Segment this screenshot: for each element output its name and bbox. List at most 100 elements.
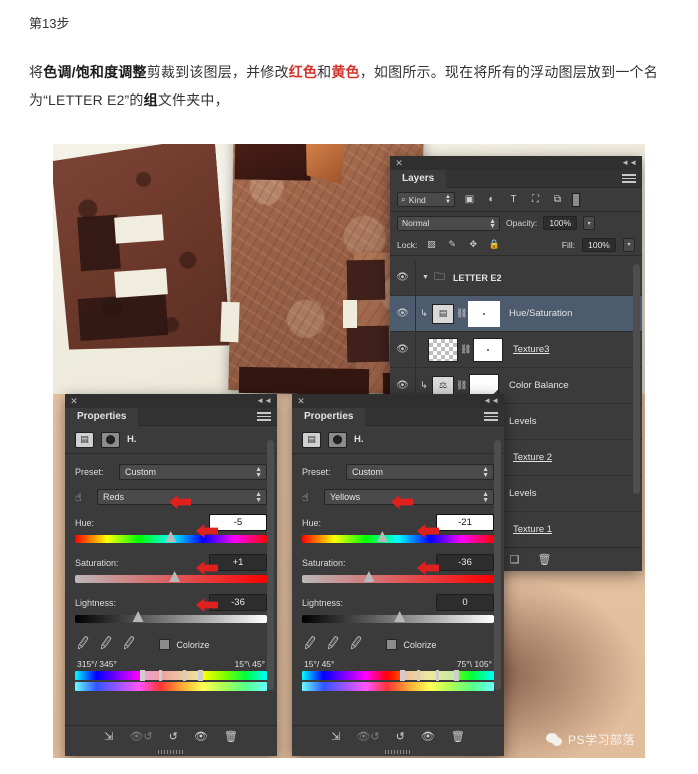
layer-mask-thumbnail[interactable] bbox=[468, 300, 500, 327]
close-icon[interactable]: ✕ bbox=[70, 397, 78, 406]
range-handle-inner-left[interactable] bbox=[159, 670, 163, 681]
tab-properties[interactable]: Properties bbox=[292, 408, 366, 426]
filter-toggle-icon[interactable] bbox=[572, 192, 580, 207]
fill-dropdown-icon[interactable]: ▾ bbox=[623, 237, 635, 252]
layer-name[interactable]: Hue/Saturation bbox=[509, 308, 572, 319]
toggle-visibility-icon[interactable]: 👁 bbox=[194, 730, 208, 743]
blend-mode-select[interactable]: Normal ▲ ▼ bbox=[397, 215, 500, 231]
on-image-adjust-icon[interactable]: ☝ bbox=[302, 491, 324, 504]
layer-visibility-icon[interactable]: 👁 bbox=[390, 295, 416, 332]
layer-name[interactable]: Texture 1 bbox=[513, 524, 552, 535]
mask-type-icon[interactable]: ⬤ bbox=[328, 431, 347, 448]
saturation-slider-knob[interactable] bbox=[169, 571, 181, 582]
adjustment-type-icon[interactable]: ▤ bbox=[75, 431, 94, 448]
properties-panel-reds[interactable]: ✕ ◄◄ Properties ▤ ⬤ H. Preset: Custom ▲ ▼ bbox=[65, 394, 277, 756]
color-range-spectrum[interactable] bbox=[75, 670, 267, 681]
colorize-checkbox-group[interactable]: Colorize bbox=[159, 639, 209, 650]
color-range-spectrum[interactable] bbox=[302, 670, 494, 681]
smart-object-filter-icon[interactable]: ⧉ bbox=[550, 192, 565, 207]
link-mask-icon[interactable]: ⛓ bbox=[456, 380, 467, 391]
adjustment-type-icon[interactable]: ▤ bbox=[302, 431, 321, 448]
saturation-slider[interactable] bbox=[75, 571, 267, 583]
table-row[interactable]: 👁 ↳ ▤ ⛓ Hue/Saturation bbox=[390, 295, 642, 332]
layer-name[interactable]: LETTER E2 bbox=[453, 273, 502, 283]
layer-mask-thumbnail[interactable] bbox=[473, 337, 503, 362]
delete-icon[interactable]: 🗑 bbox=[451, 730, 465, 743]
layer-name[interactable]: Texture3 bbox=[513, 344, 549, 355]
collapse-icon[interactable]: ◄◄ bbox=[621, 159, 637, 167]
view-previous-state-icon[interactable]: 👁↺ bbox=[356, 730, 379, 743]
range-handle-inner-right[interactable] bbox=[182, 670, 186, 681]
resize-grip[interactable] bbox=[158, 750, 184, 754]
range-handle-inner-left[interactable] bbox=[417, 670, 421, 681]
view-previous-state-icon[interactable]: 👁↺ bbox=[129, 730, 152, 743]
panel-menu-icon[interactable] bbox=[622, 174, 636, 184]
layer-thumbnail[interactable] bbox=[428, 337, 458, 362]
preset-select[interactable]: Custom ▲ ▼ bbox=[119, 464, 267, 480]
eyedropper-icon[interactable]: 🖉 bbox=[75, 633, 91, 656]
preset-select[interactable]: Custom ▲ ▼ bbox=[346, 464, 494, 480]
tab-layers[interactable]: Layers bbox=[390, 170, 447, 188]
clip-to-layer-icon[interactable]: ⇲ bbox=[104, 730, 113, 743]
lightness-slider-knob[interactable] bbox=[394, 611, 406, 622]
layer-name[interactable]: Levels bbox=[509, 488, 536, 499]
panel-menu-icon[interactable] bbox=[257, 412, 271, 422]
color-range-band[interactable] bbox=[144, 671, 198, 680]
fill-value[interactable]: 100% bbox=[582, 237, 616, 252]
lightness-slider-knob[interactable] bbox=[132, 611, 144, 622]
range-handle-outer-left[interactable] bbox=[399, 670, 405, 681]
close-icon[interactable]: ✕ bbox=[395, 159, 403, 168]
delete-layer-icon[interactable]: 🗑 bbox=[537, 553, 551, 566]
link-mask-icon[interactable]: ⛓ bbox=[456, 308, 467, 319]
saturation-value[interactable]: -36 bbox=[436, 554, 494, 571]
layer-visibility-icon[interactable]: 👁 bbox=[390, 260, 416, 296]
range-handle-outer-right[interactable] bbox=[453, 670, 459, 681]
lightness-slider[interactable] bbox=[302, 611, 494, 623]
layer-name[interactable]: Levels bbox=[509, 416, 536, 427]
type-layer-filter-icon[interactable]: T bbox=[506, 192, 521, 207]
table-row[interactable]: 👁 ▼ 🗀 LETTER E2 bbox=[390, 260, 642, 296]
delete-icon[interactable]: 🗑 bbox=[224, 730, 238, 743]
resize-grip[interactable] bbox=[385, 750, 411, 754]
toggle-visibility-icon[interactable]: 👁 bbox=[421, 730, 435, 743]
hue-slider-knob[interactable] bbox=[165, 531, 177, 542]
clip-to-layer-icon[interactable]: ⇲ bbox=[331, 730, 340, 743]
table-row[interactable]: 👁 ⛓ Texture3 bbox=[390, 331, 642, 368]
layer-visibility-icon[interactable]: 👁 bbox=[390, 331, 416, 368]
lock-image-pixels-icon[interactable]: ✎ bbox=[445, 238, 459, 252]
collapse-icon[interactable]: ◄◄ bbox=[256, 397, 272, 405]
eyedropper-icon[interactable]: 🖉 bbox=[302, 633, 318, 656]
hue-slider-knob[interactable] bbox=[376, 531, 388, 542]
hue-slider[interactable] bbox=[75, 531, 267, 543]
range-handle-outer-right[interactable] bbox=[197, 670, 203, 681]
opacity-value[interactable]: 100% bbox=[543, 216, 578, 230]
layer-name[interactable]: Color Balance bbox=[509, 380, 569, 391]
shape-layer-filter-icon[interactable]: ⛶ bbox=[528, 192, 543, 207]
properties-left-scrollbar[interactable] bbox=[267, 440, 274, 690]
saturation-slider-knob[interactable] bbox=[363, 571, 375, 582]
lock-position-icon[interactable]: ✥ bbox=[466, 238, 480, 252]
adjustment-layer-filter-icon[interactable]: ◐ bbox=[484, 192, 499, 207]
collapse-icon[interactable]: ◄◄ bbox=[483, 397, 499, 405]
layers-scrollbar[interactable] bbox=[633, 264, 640, 494]
saturation-slider[interactable] bbox=[302, 571, 494, 583]
colorize-checkbox[interactable] bbox=[386, 639, 398, 650]
close-icon[interactable]: ✕ bbox=[297, 397, 305, 406]
reset-icon[interactable]: ↺ bbox=[396, 730, 405, 743]
eyedropper-subtract-icon[interactable]: 🖉 bbox=[348, 633, 364, 656]
range-handle-outer-left[interactable] bbox=[140, 670, 146, 681]
properties-right-scrollbar[interactable] bbox=[494, 440, 501, 690]
color-range-band[interactable] bbox=[403, 671, 454, 680]
layer-name[interactable]: Texture 2 bbox=[513, 452, 552, 463]
eyedropper-add-icon[interactable]: 🖉 bbox=[98, 633, 114, 656]
lock-all-icon[interactable]: 🔒 bbox=[487, 238, 501, 252]
reset-icon[interactable]: ↺ bbox=[169, 730, 178, 743]
mask-type-icon[interactable]: ⬤ bbox=[101, 431, 120, 448]
eyedropper-add-icon[interactable]: 🖉 bbox=[325, 633, 341, 656]
colorize-checkbox[interactable] bbox=[159, 639, 171, 650]
new-layer-icon[interactable]: ❏ bbox=[510, 553, 520, 566]
pixel-layer-filter-icon[interactable]: ▣ bbox=[462, 192, 477, 207]
opacity-dropdown-icon[interactable]: ▾ bbox=[583, 216, 596, 230]
chevron-down-icon[interactable]: ▼ bbox=[422, 274, 429, 281]
colorize-checkbox-group[interactable]: Colorize bbox=[386, 639, 436, 650]
